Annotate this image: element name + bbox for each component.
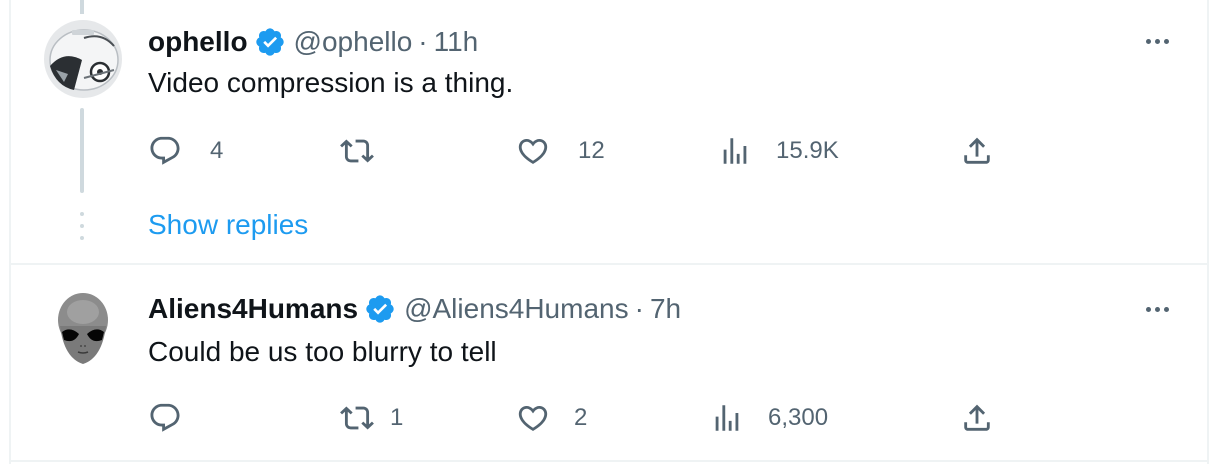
retweet-count: 1 <box>390 404 404 431</box>
retweet-button[interactable] <box>340 131 402 171</box>
thread-line <box>80 108 84 193</box>
avatar[interactable] <box>44 288 122 366</box>
timestamp[interactable]: 7h <box>650 293 681 325</box>
like-count: 2 <box>574 404 588 431</box>
views-button[interactable]: 6,300 <box>710 398 828 438</box>
avatar[interactable] <box>44 20 122 98</box>
tweet-header: Aliens4Humans @Aliens4Humans · 7h <box>148 291 681 327</box>
retweet-icon <box>340 139 374 163</box>
reply-icon <box>150 136 180 165</box>
reply-count: 4 <box>210 137 224 164</box>
verified-badge-icon <box>364 293 396 325</box>
show-replies-link[interactable]: Show replies <box>148 209 308 241</box>
tweet-divider <box>9 263 1209 265</box>
view-count: 6,300 <box>768 404 829 431</box>
heart-icon <box>518 405 548 431</box>
tweet-text: Video compression is a thing. <box>148 67 514 98</box>
timestamp[interactable]: 11h <box>434 26 479 58</box>
heart-icon <box>518 138 548 164</box>
retweet-icon <box>340 406 374 430</box>
tweet-text: Could be us too blurry to tell <box>148 336 497 367</box>
share-button[interactable] <box>960 131 994 171</box>
tweet-header: ophello @ophello · 11h <box>148 24 478 60</box>
share-icon <box>964 137 990 164</box>
separator: · <box>634 293 644 324</box>
more-options-icon[interactable] <box>1137 294 1177 324</box>
user-handle[interactable]: @ophello <box>294 26 413 58</box>
share-button[interactable] <box>960 398 994 438</box>
right-border <box>1207 0 1209 464</box>
thread-dots <box>80 212 84 246</box>
like-button[interactable]: 12 <box>516 131 605 171</box>
reply-icon <box>150 403 180 432</box>
views-button[interactable]: 15.9K <box>718 131 839 171</box>
views-chart-icon <box>715 405 739 431</box>
bottom-border <box>9 460 1209 462</box>
user-handle[interactable]: @Aliens4Humans <box>404 293 629 325</box>
display-name[interactable]: ophello <box>148 26 248 58</box>
alien-head-avatar-icon <box>44 288 122 366</box>
left-border <box>9 0 11 464</box>
astronaut-helmet-avatar-icon <box>44 20 122 98</box>
tweet-thread: ophello @ophello · 11h Video compression… <box>0 0 1212 464</box>
views-chart-icon <box>723 138 747 164</box>
share-icon <box>964 404 990 431</box>
verified-badge-icon <box>254 26 286 58</box>
separator: · <box>418 26 428 57</box>
reply-button[interactable]: 4 <box>148 131 223 171</box>
like-count: 12 <box>578 137 605 164</box>
like-button[interactable]: 2 <box>516 398 587 438</box>
more-options-icon[interactable] <box>1137 26 1177 56</box>
view-count: 15.9K <box>776 137 839 164</box>
display-name[interactable]: Aliens4Humans <box>148 293 358 325</box>
thread-line-top <box>80 0 84 14</box>
retweet-button[interactable]: 1 <box>340 398 403 438</box>
reply-button[interactable] <box>148 398 210 438</box>
